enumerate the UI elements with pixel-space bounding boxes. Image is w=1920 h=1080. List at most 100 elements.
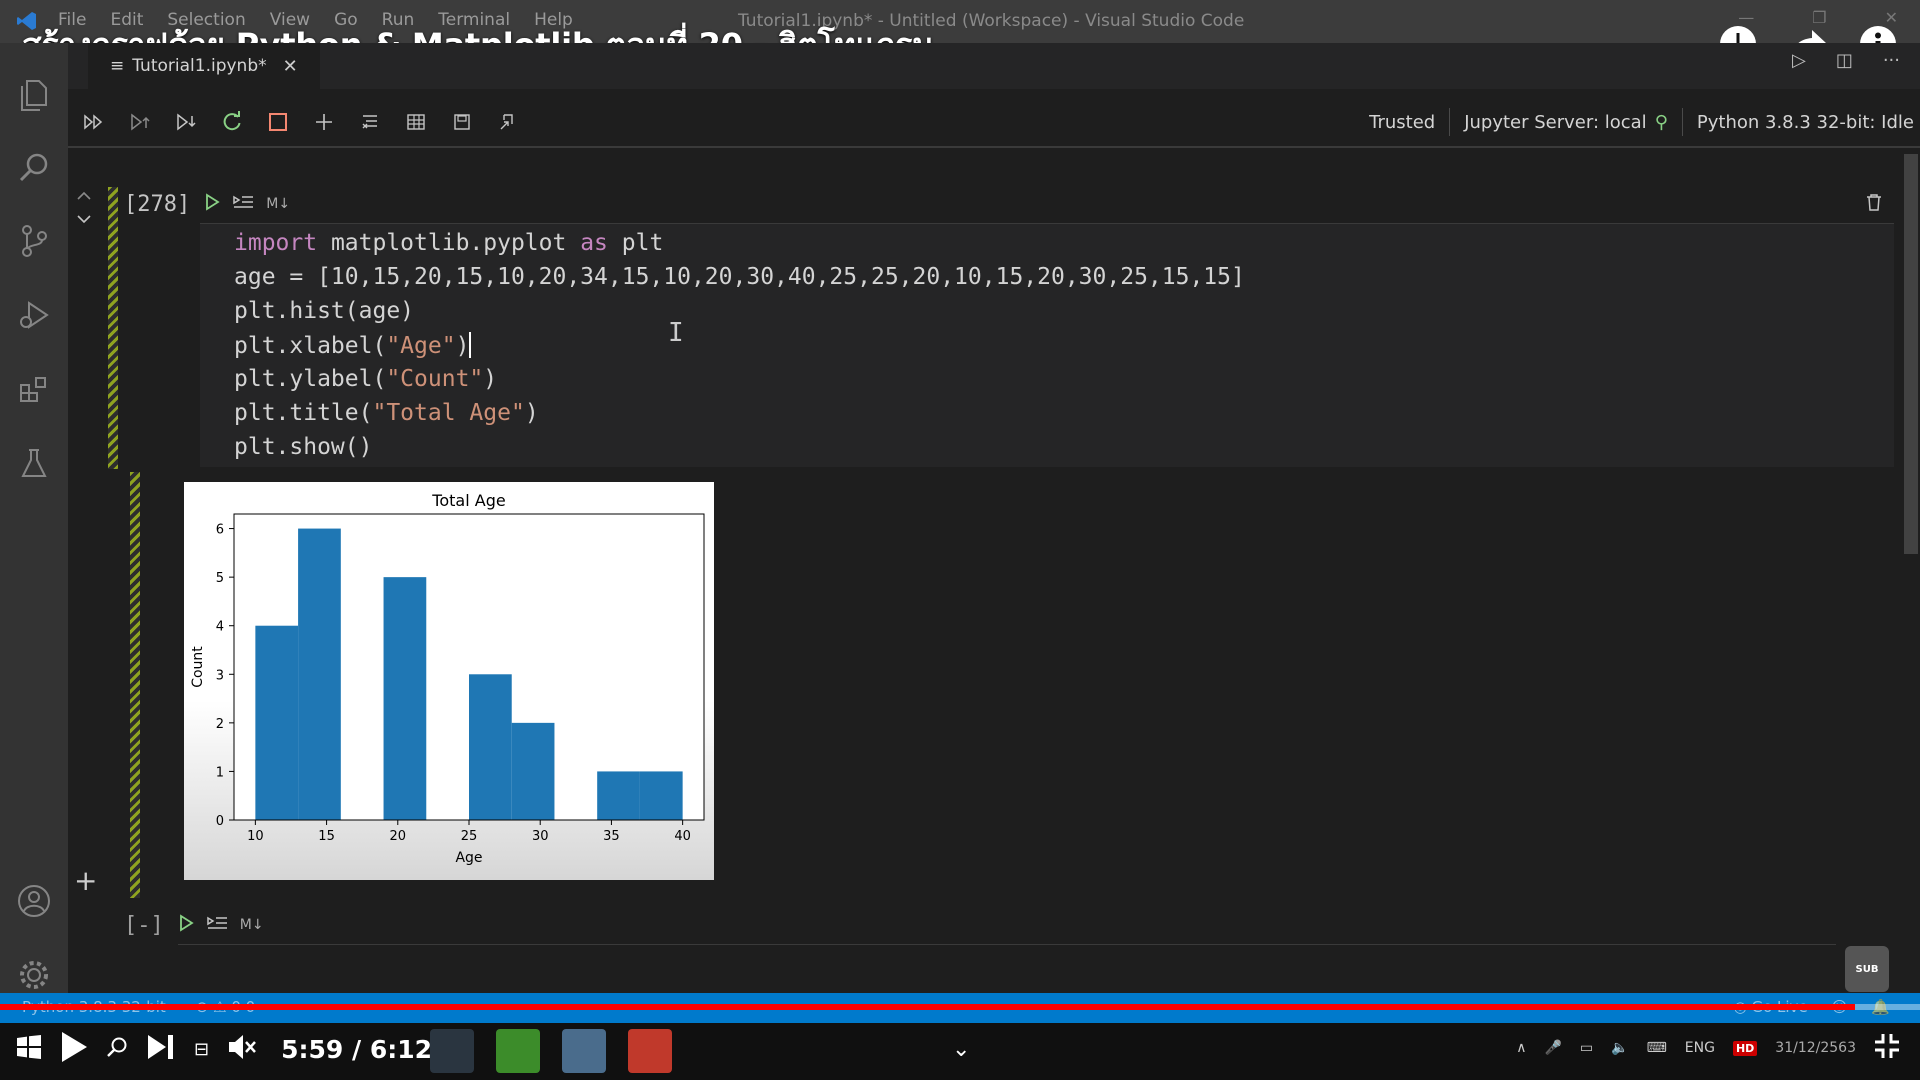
kernel-selector[interactable]: Python 3.8.3 32-bit: Idle <box>1683 108 1920 136</box>
y-tick-label: 3 <box>216 668 224 683</box>
taskbar-app-recorder[interactable] <box>628 1029 672 1073</box>
chevron-up-icon[interactable] <box>76 188 92 207</box>
play-icon[interactable] <box>60 1031 88 1067</box>
code-line-5: plt.ylabel("Count") <box>234 366 497 392</box>
markdown-toggle[interactable]: M↓ <box>266 196 290 212</box>
code-line-1: import matplotlib.pyplot as plt <box>234 230 663 256</box>
code-cell[interactable]: [278] M↓ import matplotlib.pyplot as plt… <box>108 187 1894 469</box>
taskbar-app-vscode[interactable] <box>430 1029 474 1073</box>
code-line-4: plt.xlabel("Age") <box>234 332 472 359</box>
code-string: "Count" <box>386 366 484 392</box>
run-cell-icon[interactable] <box>178 914 194 936</box>
run-by-line-icon[interactable] <box>232 194 254 214</box>
run-cell-icon[interactable] <box>204 193 220 215</box>
chevron-down-icon[interactable]: ⌄ <box>952 1037 970 1062</box>
interrupt-kernel-icon[interactable] <box>262 106 294 138</box>
histogram-bar <box>383 577 427 820</box>
text-cursor <box>469 332 472 358</box>
cell-selected-stripe <box>108 187 118 469</box>
account-icon[interactable] <box>14 881 54 921</box>
video-time: 5:59 / 6:12 <box>281 1034 432 1064</box>
histogram-bar <box>255 625 299 820</box>
explorer-icon[interactable] <box>14 75 54 115</box>
markdown-toggle[interactable]: M↓ <box>240 917 264 933</box>
code-keyword: as <box>580 230 608 256</box>
more-actions-icon[interactable]: ··· <box>1883 50 1900 71</box>
cell-collapse-controls <box>76 188 92 230</box>
tab-tutorial1[interactable]: ≡ Tutorial1.ipynb* ✕ <box>88 43 320 89</box>
run-above-icon[interactable] <box>124 106 156 138</box>
add-cell-icon[interactable] <box>308 106 340 138</box>
tab-label: Tutorial1.ipynb* <box>132 56 267 76</box>
taskbar-app-notes[interactable] <box>562 1029 606 1073</box>
keyboard-icon[interactable]: ⌨ <box>1647 1040 1667 1056</box>
y-tick-label: 5 <box>216 571 224 586</box>
search-icon[interactable] <box>14 147 54 187</box>
variables-icon[interactable] <box>400 106 432 138</box>
task-view-icon[interactable]: ⊟ <box>194 1039 209 1060</box>
fullscreen-exit-icon[interactable] <box>1874 1033 1900 1063</box>
network-icon[interactable]: ▭ <box>1580 1040 1593 1056</box>
histogram-bar <box>511 722 555 820</box>
clear-outputs-icon[interactable] <box>354 106 386 138</box>
testing-flask-icon[interactable] <box>14 443 54 483</box>
kernel-status: Trusted Jupyter Server: local ⚲ Python 3… <box>1355 108 1920 136</box>
code-line-7: plt.show() <box>234 434 373 460</box>
y-tick-label: 4 <box>216 620 224 635</box>
video-progress-bar[interactable] <box>0 1004 1920 1010</box>
x-tick-label: 10 <box>247 829 264 844</box>
tab-close-icon[interactable]: ✕ <box>283 56 298 77</box>
split-editor-icon[interactable]: ◫ <box>1836 50 1853 71</box>
windows-start-icon[interactable] <box>16 1034 42 1064</box>
run-below-icon[interactable] <box>170 106 202 138</box>
microphone-icon[interactable]: 🎤 <box>1544 1040 1561 1056</box>
histogram-bar <box>597 771 640 820</box>
jupyter-server-status[interactable]: Jupyter Server: local ⚲ <box>1450 108 1683 136</box>
x-tick-label: 25 <box>461 829 478 844</box>
subscribe-watermark-icon[interactable]: SUB <box>1845 946 1889 992</box>
histogram-chart: 10 15 20 25 30 35 40 0 1 2 3 4 5 6 Total Age Age Count <box>184 482 714 880</box>
restart-kernel-icon[interactable] <box>216 106 248 138</box>
notebook-toolbar: Trusted Jupyter Server: local ⚲ Python 3… <box>68 98 1920 148</box>
extensions-icon[interactable] <box>14 369 54 409</box>
chevron-down-icon[interactable] <box>76 211 92 230</box>
vertical-scrollbar[interactable] <box>1900 150 1920 993</box>
muted-volume-icon[interactable] <box>227 1033 257 1065</box>
code-line-3: plt.hist(age) <box>234 298 415 324</box>
x-tick-label: 30 <box>532 829 549 844</box>
speaker-icon[interactable]: 🔈 <box>1611 1040 1628 1056</box>
run-all-icon[interactable] <box>78 106 110 138</box>
delete-cell-icon[interactable] <box>1866 193 1882 215</box>
scroll-thumb[interactable] <box>1904 154 1918 554</box>
code-editor[interactable]: import matplotlib.pyplot as plt age = [1… <box>200 223 1894 467</box>
code-text: matplotlib.pyplot <box>317 230 581 256</box>
next-video-icon[interactable] <box>146 1033 176 1065</box>
x-tick-label: 40 <box>674 829 691 844</box>
run-by-line-icon[interactable] <box>206 915 228 935</box>
run-file-icon[interactable]: ▷ <box>1792 50 1806 71</box>
source-control-icon[interactable] <box>14 221 54 261</box>
taskbar-app-camtasia[interactable] <box>496 1029 540 1073</box>
code-editor[interactable] <box>178 944 1836 988</box>
export-icon[interactable] <box>492 106 524 138</box>
empty-code-cell[interactable]: [-] M↓ <box>108 908 1894 988</box>
y-tick-label: 2 <box>216 717 224 732</box>
search-taskbar-icon[interactable] <box>106 1036 128 1062</box>
save-icon[interactable] <box>446 106 478 138</box>
language-indicator[interactable]: ENG <box>1685 1040 1715 1056</box>
run-debug-icon[interactable] <box>14 295 54 335</box>
cell-header: [-] M↓ <box>124 908 264 942</box>
taskbar: ⊟ 5:59 / 6:12 ⌄ ∧ 🎤 ▭ 🔈 ⌨ ENG HD 31/12/2… <box>0 1023 1920 1080</box>
editor-tabs: ≡ Tutorial1.ipynb* ✕ <box>68 43 1920 89</box>
settings-gear-icon[interactable] <box>14 955 54 995</box>
cell-header: [278] M↓ <box>124 187 290 221</box>
kernel-label: Python 3.8.3 32-bit: Idle <box>1696 111 1914 133</box>
trusted-status[interactable]: Trusted <box>1355 108 1451 136</box>
code-text: ) <box>483 366 498 392</box>
hd-quality-badge[interactable]: HD <box>1732 1040 1758 1056</box>
system-tray: ∧ 🎤 ▭ 🔈 ⌨ ENG HD 31/12/2563 <box>1516 1033 1900 1063</box>
add-cell-below-icon[interactable]: + <box>74 864 97 897</box>
y-tick-label: 1 <box>216 765 224 780</box>
chart-title: Total Age <box>431 491 505 510</box>
show-hidden-icons-icon[interactable]: ∧ <box>1516 1040 1526 1056</box>
